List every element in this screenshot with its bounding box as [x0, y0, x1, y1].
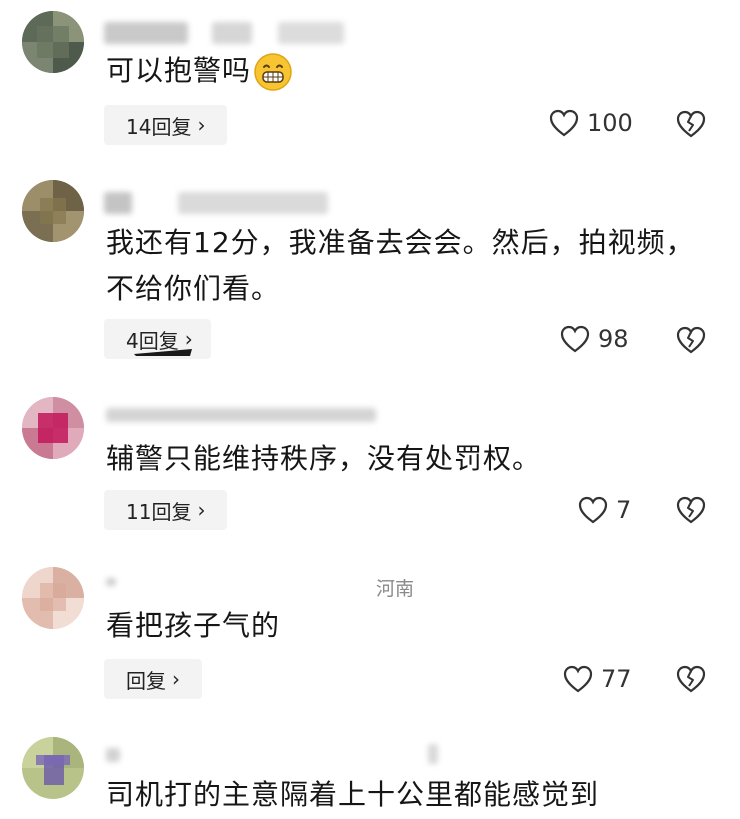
comment-text: 我还有12分，我准备去会会。然后，拍视频， 不给你们看。 [106, 226, 695, 305]
broken-heart-icon [676, 326, 706, 354]
heart-outline-icon [560, 325, 590, 353]
chevron-right-icon: › [172, 667, 180, 691]
grinning-face-emoji [254, 53, 292, 91]
like-count: 98 [598, 325, 629, 353]
avatar[interactable] [22, 567, 84, 629]
like-count: 77 [601, 665, 632, 693]
dislike-button[interactable] [676, 665, 706, 697]
like-button[interactable]: 7 [578, 496, 631, 524]
username-blurred[interactable] [104, 22, 188, 44]
chevron-right-icon: › [197, 113, 206, 137]
username-blurred[interactable] [106, 748, 120, 762]
like-button[interactable]: 98 [560, 325, 629, 353]
username-blurred[interactable] [106, 578, 116, 586]
avatar[interactable] [22, 180, 84, 242]
location-blurred [428, 744, 438, 764]
dislike-button[interactable] [676, 326, 706, 358]
like-count: 100 [587, 109, 633, 137]
view-replies-button[interactable]: 14回复 › [104, 105, 228, 145]
reply-count-label: 11回复 [126, 499, 192, 524]
dislike-button[interactable] [676, 496, 706, 528]
like-button[interactable]: 77 [563, 665, 632, 693]
dislike-button[interactable] [676, 110, 706, 142]
broken-heart-icon [676, 665, 706, 693]
reply-count-label: 14回复 [126, 114, 192, 139]
chevron-right-icon: › [197, 498, 206, 522]
username-blurred[interactable] [104, 192, 132, 214]
like-count: 7 [616, 496, 632, 524]
heart-outline-icon [578, 496, 608, 524]
username-blurred [278, 22, 344, 44]
avatar[interactable] [22, 737, 84, 799]
like-button[interactable]: 100 [549, 109, 633, 137]
view-replies-button[interactable]: 回复 › [104, 659, 202, 699]
avatar[interactable] [22, 11, 84, 73]
comment-text: 辅警只能维持秩序，没有处罚权。 [106, 442, 542, 475]
username-blurred[interactable] [106, 408, 376, 422]
view-replies-button[interactable]: 11回复 › [104, 490, 228, 530]
heart-outline-icon [563, 665, 593, 693]
heart-outline-icon [549, 109, 579, 137]
comment-text: 看把孩子气的 [106, 609, 281, 642]
comment-text: 司机打的主意隔着上十公里都能感觉到 [106, 778, 600, 811]
ip-location: 河南 [376, 578, 415, 600]
broken-heart-icon [676, 110, 706, 138]
broken-heart-icon [676, 496, 706, 524]
redaction-mark [134, 349, 192, 356]
comment-text: 可以抱警吗 [106, 48, 293, 94]
avatar[interactable] [22, 397, 84, 459]
username-blurred [212, 22, 252, 44]
reply-count-label: 回复 [126, 668, 166, 693]
username-blurred [178, 192, 328, 214]
